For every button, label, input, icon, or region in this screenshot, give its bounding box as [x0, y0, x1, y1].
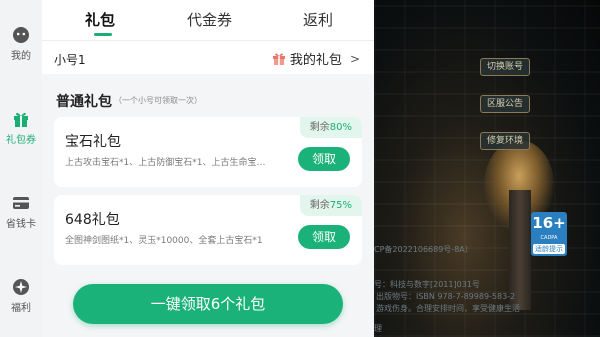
- claim-button[interactable]: 领取: [298, 225, 350, 249]
- star-icon: [13, 279, 29, 295]
- account-name: 小号1: [54, 53, 86, 67]
- gift-description: 上古攻击宝石*1、上古防御宝石*1、上古生命宝…: [65, 158, 266, 168]
- remaining-badge: 剩余75%: [299, 195, 362, 216]
- licence-line: 游戏伤身。合理安排时间，享受健康生活: [376, 304, 520, 313]
- account-bar: 小号1 我的礼包 >: [42, 40, 374, 74]
- game-background: 切换账号 区服公告 修复环境 16+ CADPA 适龄提示 CP备2022106…: [374, 0, 600, 337]
- repair-environment-button[interactable]: 修复环境: [480, 132, 530, 150]
- sidebar-item-card[interactable]: 省钱卡: [0, 194, 42, 230]
- gift-name: 648礼包: [65, 212, 120, 228]
- active-tab-indicator: [94, 33, 112, 36]
- chevron-right-icon: >: [349, 51, 360, 66]
- sidebar-item-label: 我的: [11, 51, 31, 62]
- server-notice-button[interactable]: 区服公告: [480, 95, 530, 113]
- gift-icon: [14, 112, 28, 127]
- gift-name: 宝石礼包: [65, 134, 121, 150]
- claim-button[interactable]: 领取: [298, 147, 350, 171]
- licence-line: CP备2022106689号-8A）: [374, 245, 473, 254]
- sidebar-item-welfare[interactable]: 福利: [0, 278, 42, 314]
- sidebar-item-gift[interactable]: 礼包券: [0, 110, 42, 146]
- switch-account-button[interactable]: 切换账号: [480, 58, 530, 76]
- age-rating-badge: 16+ CADPA 适龄提示: [531, 212, 567, 256]
- remaining-badge: 剩余80%: [299, 117, 362, 138]
- claim-all-button[interactable]: 一键领取6个礼包: [73, 284, 343, 324]
- licence-line: 理: [374, 324, 382, 333]
- sidebar-item-label: 礼包券: [6, 135, 36, 146]
- sidebar-item-mine[interactable]: 我的: [0, 26, 42, 62]
- card-icon: [13, 197, 29, 209]
- tab-bar: 礼包 代金券 返利: [42, 0, 374, 40]
- licence-line: 号：科技与数字[2011]031号: [374, 280, 480, 289]
- gift-card: 宝石礼包 上古攻击宝石*1、上古防御宝石*1、上古生命宝… 剩余80% 领取: [54, 117, 362, 187]
- section-title: 普通礼包: [56, 94, 112, 110]
- tab-vouchers[interactable]: 代金券: [187, 9, 232, 30]
- licence-line: 出版物号：ISBN 978-7-89989-583-2: [376, 292, 516, 301]
- gift-card: 648礼包 全图神剑图纸*1、灵玉*10000、全套上古宝石*1 剩余75% 领…: [54, 195, 362, 265]
- tab-gifts[interactable]: 礼包: [85, 9, 115, 30]
- sidebar: 我的 礼包券 省钱卡 福利: [0, 0, 42, 337]
- my-gifts-link[interactable]: 我的礼包 >: [272, 49, 360, 68]
- my-gifts-label: 我的礼包: [289, 53, 342, 68]
- gift-panel: 礼包 代金券 返利 小号1 我的礼包 > 普通礼包 （一个小号可领取一次） 宝石…: [42, 0, 374, 337]
- gift-box-icon: [272, 53, 285, 65]
- tab-rebate[interactable]: 返利: [303, 9, 333, 30]
- face-icon: [13, 27, 29, 43]
- sidebar-item-label: 省钱卡: [6, 219, 36, 230]
- sidebar-item-label: 福利: [11, 303, 31, 314]
- section-subtitle: （一个小号可领取一次）: [114, 96, 202, 105]
- gift-description: 全图神剑图纸*1、灵玉*10000、全套上古宝石*1: [65, 236, 263, 246]
